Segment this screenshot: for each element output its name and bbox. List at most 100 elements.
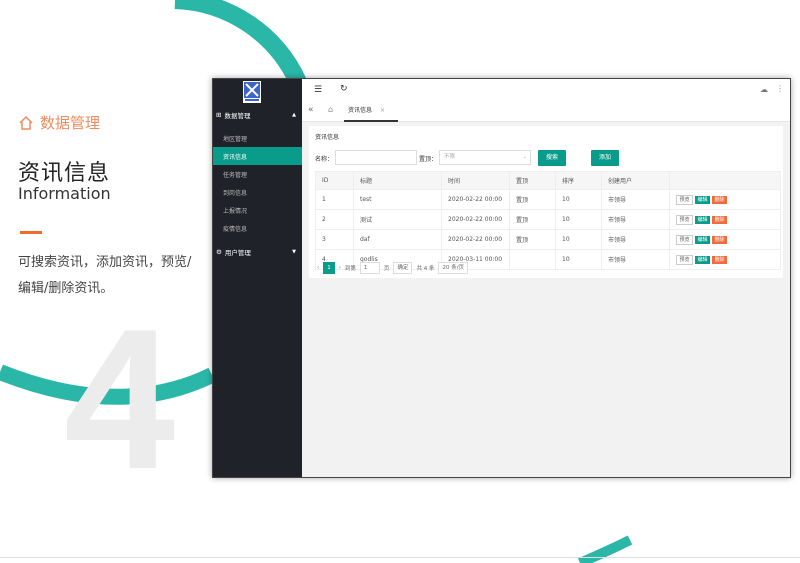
tabs-back-icon[interactable]: « [308,105,314,115]
close-icon[interactable]: × [380,107,385,114]
cell-time: 2020-02-22 00:00 [441,229,510,250]
chevron-down-icon: ⌄ [522,154,527,160]
cell-actions: 预览 编辑 删除 [669,209,781,230]
delete-button[interactable]: 删除 [712,255,727,264]
page-description: 可搜索资讯，添加资讯，预览/编辑/删除资讯。 [18,255,192,296]
footer-divider [0,557,800,558]
sidebar-item-tasks[interactable]: 任务管理 [213,165,302,183]
cell-actions: 预览 编辑 删除 [669,229,781,250]
table-row: 2 测试 2020-02-22 00:00 置顶 10 市领导 预览 编辑 删除 [315,209,781,230]
sidebar-item-arrival[interactable]: 到岗信息 [213,183,302,201]
tab-label: 资讯信息 [348,107,373,114]
sidebar: ⊞ 数据管理 ▲ 地区管理 资讯信息 任务管理 到岗信息 上报情况 疫情信息 ⚙… [213,79,302,477]
top-select[interactable]: 不限 ⌄ [439,150,531,165]
cell-creator: 市领导 [601,249,670,270]
home-tab-icon[interactable]: ⌂ [328,105,333,114]
table-row: 3 daf 2020-02-22 00:00 置顶 10 市领导 预览 编辑 删除 [315,229,781,250]
col-top: 置顶 [509,171,556,190]
delete-button[interactable]: 删除 [712,235,727,244]
delete-button[interactable]: 删除 [712,215,727,224]
goto-confirm-button[interactable]: 确定 [393,262,413,274]
chevron-up-icon: ▲ [292,112,296,118]
pagination: ‹ 1 › 到第 1 页 确定 共 4 条 20 条/页 [317,262,469,274]
app-window: ⊞ 数据管理 ▲ 地区管理 资讯信息 任务管理 到岗信息 上报情况 疫情信息 ⚙… [212,78,791,478]
sidebar-item-news[interactable]: 资讯信息 [213,147,302,165]
section-heading: 数据管理 [18,112,100,133]
cell-top: 置顶 [509,189,556,210]
sidebar-item-epidemic[interactable]: 疫情信息 [213,219,302,237]
top-label: 置顶： [419,156,438,163]
col-id: ID [315,171,354,190]
cell-time: 2020-02-22 00:00 [441,209,510,230]
cell-creator: 市领导 [601,189,670,210]
page-button[interactable]: 1 [323,262,335,274]
chevron-down-icon: ▼ [292,249,296,255]
search-button[interactable]: 搜索 [538,150,566,166]
cell-top: 置顶 [509,209,556,230]
refresh-icon[interactable]: ↻ [340,84,348,94]
sidebar-group-data[interactable]: ⊞ 数据管理 ▲ [213,106,302,124]
col-time: 时间 [441,171,510,190]
panel-title: 资讯信息 [315,134,340,141]
col-title: 标题 [353,171,442,190]
page-size-select[interactable]: 20 条/页 [438,262,469,274]
table-header: ID 标题 时间 置顶 排序 创建用户 [315,171,781,190]
menu-toggle-icon[interactable]: ☰ [314,85,322,95]
edit-button[interactable]: 编辑 [695,255,710,264]
total-count: 共 4 条 [416,266,435,272]
cell-order: 10 [555,189,602,210]
cell-creator: 市领导 [601,229,670,250]
next-page-icon[interactable]: › [339,265,341,271]
table-row: 1 test 2020-02-22 00:00 置顶 10 市领导 预览 编辑 删除 [315,189,781,210]
cell-order: 10 [555,209,602,230]
more-icon[interactable]: ⋮ [776,84,784,93]
preview-button[interactable]: 预览 [676,254,693,265]
accent-divider [20,231,42,234]
preview-button[interactable]: 预览 [676,194,693,205]
logo-icon [244,82,260,101]
cell-id: 3 [315,229,354,250]
content-panel: 资讯信息 名称： 置顶： 不限 ⌄ 搜索 添加 ID 标题 时间 置顶 排序 创… [309,126,783,278]
goto-label: 到第 [344,266,356,272]
col-actions [669,171,781,190]
cell-title: daf [353,229,442,250]
app-logo [243,81,261,103]
name-input[interactable] [335,150,417,165]
col-order: 排序 [555,171,602,190]
home-icon [19,115,33,130]
preview-button[interactable]: 预览 [676,214,693,225]
goto-input[interactable]: 1 [359,262,380,274]
cell-order: 10 [555,229,602,250]
sidebar-group-label: 用户管理 [224,249,251,257]
cell-title: 测试 [353,209,442,230]
prev-page-icon[interactable]: ‹ [317,265,319,271]
name-label: 名称： [315,156,334,163]
tab-bar: « ⌂ 资讯信息 × [302,101,790,122]
page-label: 页 [383,266,390,272]
news-table: ID 标题 时间 置顶 排序 创建用户 1 test 2020-02-22 00:0… [315,171,781,270]
edit-button[interactable]: 编辑 [695,195,710,204]
sidebar-item-reports[interactable]: 上报情况 [213,201,302,219]
tab-news[interactable]: 资讯信息 × [344,101,398,122]
theme-icon[interactable]: ☁ [760,85,768,94]
cell-id: 2 [315,209,354,230]
add-button[interactable]: 添加 [591,150,619,166]
cell-top: 置顶 [509,229,556,250]
section-title: 数据管理 [40,114,101,132]
settings-icon: ⚙ [216,248,222,256]
cell-time: 2020-02-22 00:00 [441,189,510,210]
cell-creator: 市领导 [601,209,670,230]
col-creator: 创建用户 [601,171,670,190]
preview-button[interactable]: 预览 [676,234,693,245]
edit-button[interactable]: 编辑 [695,235,710,244]
top-toolbar: ☰ ↻ ☁ ⋮ [302,79,790,102]
page-title: 资讯信息 [18,161,111,186]
cell-id: 1 [315,189,354,210]
edit-button[interactable]: 编辑 [695,215,710,224]
sidebar-group-label: 数据管理 [224,112,251,120]
cell-title: test [353,189,442,210]
sidebar-item-region[interactable]: 地区管理 [213,129,302,147]
delete-button[interactable]: 删除 [712,195,727,204]
grid-icon: ⊞ [216,111,222,119]
sidebar-group-users[interactable]: ⚙ 用户管理 ▼ [213,243,302,261]
